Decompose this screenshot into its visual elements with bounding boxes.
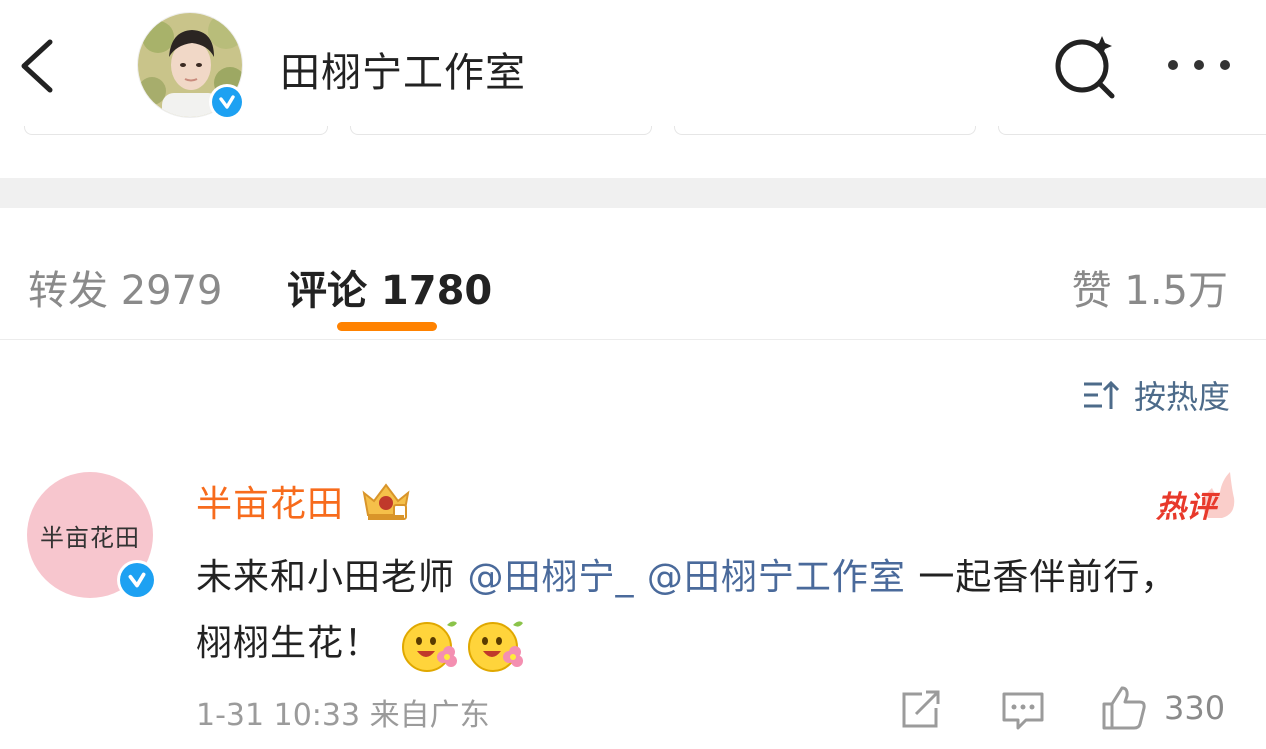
- sort-by-hot-button[interactable]: 按热度: [1082, 372, 1230, 418]
- avatar-text: 半亩花田: [40, 523, 140, 552]
- tab-forward[interactable]: 转发 2979: [28, 258, 223, 316]
- commenter-avatar[interactable]: 半亩花田: [27, 472, 157, 600]
- share-icon: [902, 690, 940, 728]
- card-edge: [24, 126, 328, 135]
- thumbs-up-icon: [1102, 686, 1146, 730]
- more-button[interactable]: [1162, 40, 1236, 90]
- verified-badge: [117, 560, 157, 600]
- more-dot: [1220, 60, 1230, 70]
- hot-comment-badge: 热评: [1156, 468, 1236, 525]
- search-button[interactable]: [1050, 30, 1122, 102]
- section-divider: [0, 178, 1266, 208]
- like-count: 330: [1164, 689, 1226, 727]
- top-bar: 田栩宁工作室: [0, 0, 1266, 132]
- tab-comment[interactable]: 评论 1780: [287, 258, 492, 316]
- hot-label: 热评: [1156, 490, 1216, 525]
- card-row-edges: [0, 126, 1266, 136]
- chevron-left-icon: [21, 39, 53, 93]
- comment-meta: 1-31 10:33 来自广东: [196, 698, 490, 733]
- like-button[interactable]: 330: [1100, 684, 1225, 732]
- search-sparkle-icon: [1055, 36, 1115, 99]
- card-edge: [350, 126, 652, 135]
- comment-text-before: 未来和小田老师: [196, 557, 468, 598]
- verified-badge: [209, 84, 245, 120]
- sort-label: 按热度: [1133, 378, 1230, 416]
- back-button[interactable]: [14, 34, 70, 98]
- sort-icon: [1083, 380, 1120, 409]
- more-dot: [1194, 60, 1204, 70]
- commenter-name[interactable]: 半亩花田: [196, 475, 414, 527]
- tab-bar: 转发 2979 评论 1780 赞 1.5万: [0, 208, 1266, 340]
- repost-button[interactable]: [898, 688, 944, 732]
- active-tab-indicator: [337, 322, 437, 331]
- crown-icon: [362, 483, 410, 520]
- account-avatar[interactable]: [137, 12, 247, 122]
- verified-check-icon: [219, 95, 235, 109]
- flower-face-emoji-icon: [468, 621, 524, 672]
- tab-like[interactable]: 赞 1.5万: [1072, 258, 1228, 316]
- mention-link[interactable]: @田栩宁工作室: [647, 557, 906, 598]
- card-edge: [674, 126, 976, 135]
- more-dot: [1168, 60, 1178, 70]
- verified-check-icon: [128, 572, 146, 588]
- mention-link[interactable]: @田栩宁_: [467, 557, 634, 598]
- card-edge: [998, 126, 1266, 135]
- reply-button[interactable]: [1000, 688, 1046, 732]
- commenter-name-text: 半亩花田: [196, 484, 345, 525]
- flower-face-emoji-icon: [402, 621, 458, 672]
- comment-text: 未来和小田老师 @田栩宁_ @田栩宁工作室 一起香伴前行，栩栩生花！: [196, 545, 1206, 677]
- page-title: 田栩宁工作室: [280, 50, 526, 96]
- comment-icon: [1002, 692, 1044, 730]
